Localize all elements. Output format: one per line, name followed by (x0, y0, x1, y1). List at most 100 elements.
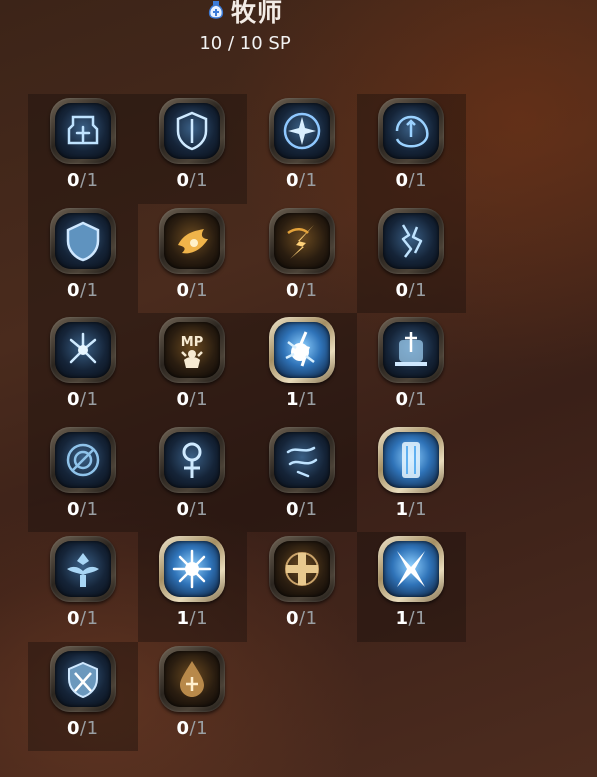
skill-slot-shield[interactable]: 0/1 (137, 94, 247, 204)
skill-level: 0/1 (67, 389, 99, 410)
skill-level-current: 0 (176, 389, 190, 410)
skill-slot-golden-strike[interactable]: 0/1 (247, 204, 357, 314)
wind-slash-icon (273, 431, 330, 488)
skill-slot-lightning-burst[interactable]: 1/1 (247, 313, 357, 423)
skill-slot-sealed-circle[interactable]: 0/1 (28, 422, 138, 532)
skill-level-max: 1 (86, 608, 99, 629)
skill-level-current: 0 (395, 279, 409, 301)
skill-level-separator: / (80, 498, 87, 520)
skill-level-current: 0 (66, 608, 80, 629)
skill-level-max: 1 (86, 498, 99, 520)
skill-slot-mp-restore[interactable]: MP 0/1 (137, 313, 247, 423)
skill-frame (268, 98, 335, 164)
shield-icon (164, 103, 221, 159)
spark-burst-icon (54, 322, 111, 378)
skill-level-current: 0 (395, 170, 409, 191)
light-pillar-icon (383, 431, 440, 488)
skill-slot-holy-water-drop[interactable]: 0/1 (138, 642, 248, 752)
skill-slot-crossed-swords-shield[interactable]: 0/1 (28, 641, 138, 751)
skill-frame (159, 426, 226, 493)
class-title-row: 牧师 (0, 0, 490, 28)
skill-frame (49, 317, 116, 383)
skill-level-separator: / (299, 498, 306, 520)
skill-slot-compass-star[interactable]: 0/1 (247, 94, 357, 204)
skill-level: 0/1 (176, 499, 208, 520)
skill-level-max: 1 (196, 170, 209, 191)
guardian-armor-icon (54, 103, 111, 159)
skill-level: 0/1 (176, 170, 208, 191)
skill-frame (159, 536, 226, 602)
skill-slot-ankh[interactable]: 0/1 (137, 422, 247, 532)
compass-star-icon (273, 103, 330, 159)
skill-level-separator: / (80, 170, 87, 191)
skill-slot-round-shield[interactable]: 0/1 (28, 203, 138, 313)
skill-slot-cross-slash[interactable]: 1/1 (356, 532, 466, 642)
skill-level-current: 0 (176, 717, 190, 739)
lightning-storm-icon (383, 212, 440, 269)
priest-class-icon (207, 0, 225, 22)
skill-level-current: 0 (66, 389, 80, 410)
lightning-burst-icon (273, 322, 330, 378)
skill-frame (49, 426, 116, 493)
skill-level-max: 1 (415, 279, 428, 301)
mp-label: MP (181, 335, 203, 350)
skill-slot-holy-altar[interactable]: 0/1 (357, 313, 467, 423)
skill-level: 1/1 (176, 608, 208, 629)
skill-frame (49, 98, 116, 164)
skill-level-max: 1 (196, 717, 209, 739)
holy-water-drop-icon (164, 650, 221, 707)
skill-level-separator: / (80, 608, 87, 629)
skill-frame (159, 207, 226, 274)
skill-frame (268, 536, 335, 602)
holy-cross-icon (273, 541, 330, 597)
ankh-icon (164, 431, 221, 488)
skill-slot-holy-cross[interactable]: 0/1 (247, 532, 357, 642)
winged-idol-icon (54, 541, 111, 597)
skill-slot-guardian-armor[interactable]: 0/1 (28, 94, 138, 204)
skill-slot-lightning-storm[interactable]: 0/1 (356, 203, 466, 313)
skill-level-current: 0 (285, 170, 299, 191)
skill-slot-wind-slash[interactable]: 0/1 (247, 422, 357, 532)
skill-level-current: 1 (395, 608, 409, 629)
skill-level-max: 1 (305, 389, 318, 410)
skill-level-max: 1 (305, 170, 318, 191)
skill-frame (378, 536, 445, 602)
skill-level: 0/1 (395, 389, 427, 410)
skill-frame (268, 317, 335, 383)
skill-level-separator: / (299, 279, 306, 301)
skill-level-max: 1 (196, 389, 209, 410)
radiant-star-icon (164, 541, 221, 597)
skill-level: 0/1 (286, 170, 318, 191)
crossed-swords-shield-icon (54, 650, 111, 707)
skill-level-separator: / (299, 608, 306, 629)
skill-level-max: 1 (305, 279, 318, 301)
skill-slot-vortex-shield[interactable]: 0/1 (356, 94, 466, 204)
skill-slot-spark-burst[interactable]: 0/1 (28, 313, 138, 423)
skill-frame (49, 645, 116, 712)
skill-level: 0/1 (176, 389, 208, 410)
sp-used: 10 (199, 33, 223, 54)
golden-dove-icon (164, 212, 221, 269)
golden-strike-icon (273, 212, 330, 269)
skill-slot-winged-idol[interactable]: 0/1 (28, 532, 138, 642)
skill-level-separator: / (80, 717, 87, 739)
skill-level-max: 1 (415, 170, 428, 191)
skill-grid: 0/1 0/1 0/1 0/1 0/1 0/1 0/1 0/1 0/1 MP 0… (28, 94, 466, 751)
skill-level-current: 0 (66, 498, 80, 520)
cross-slash-icon (383, 541, 440, 597)
skill-level-max: 1 (415, 389, 428, 410)
skill-slot-golden-dove[interactable]: 0/1 (138, 204, 248, 314)
skill-level: 0/1 (286, 608, 318, 629)
skill-level-max: 1 (196, 498, 209, 520)
skill-frame (378, 317, 445, 383)
skill-frame (378, 98, 445, 164)
skill-frame (159, 98, 226, 164)
skill-frame (159, 645, 226, 712)
skill-level-current: 1 (395, 498, 409, 520)
skill-level: 0/1 (395, 170, 427, 191)
skill-level: 0/1 (176, 280, 208, 301)
skill-frame (49, 207, 116, 274)
skill-slot-light-pillar[interactable]: 1/1 (357, 423, 467, 533)
skill-slot-radiant-star[interactable]: 1/1 (137, 532, 247, 642)
skill-level: 0/1 (67, 608, 99, 629)
